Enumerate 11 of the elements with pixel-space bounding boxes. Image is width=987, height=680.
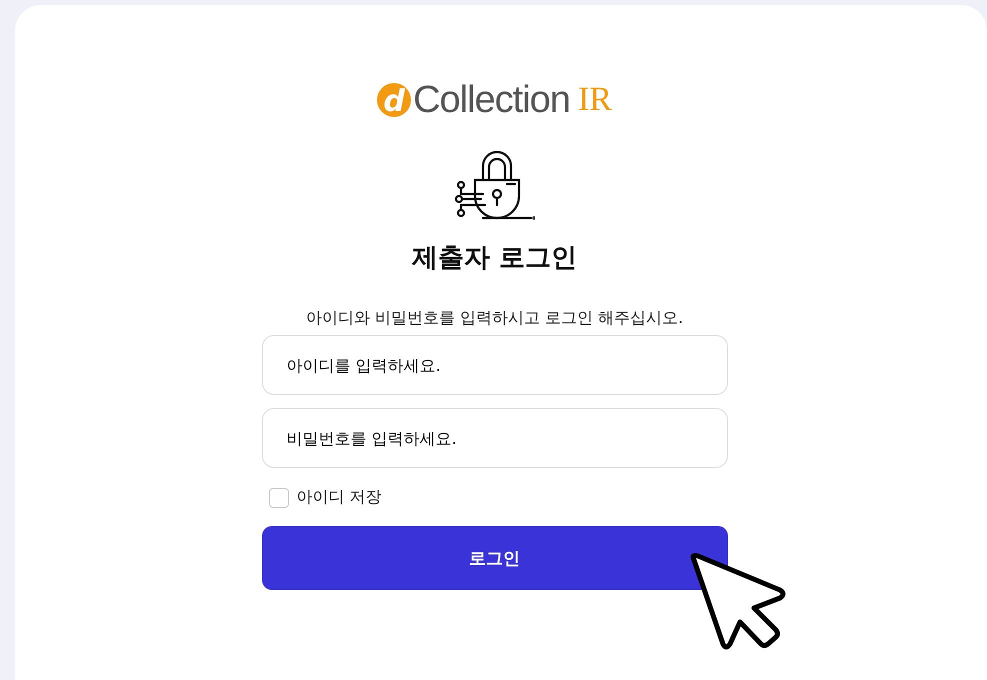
checkbox[interactable]: [268, 488, 288, 508]
logo-suffix: IR: [578, 81, 612, 119]
input-field[interactable]: 비밀번호를 입력하세요.: [262, 408, 728, 468]
login-button[interactable]: 로그인: [262, 526, 728, 590]
input-field[interactable]: 아이디를 입력하세요.: [262, 335, 728, 395]
cursor-icon: [688, 552, 788, 650]
page-title: 제출자 로그인: [412, 242, 578, 275]
instruction-text: 아이디와 비밀번호를 입력하시고 로그인 해주십시오.: [306, 308, 684, 329]
checkbox-label[interactable]: 아이디 저장: [296, 487, 382, 508]
logo-text: Collection: [413, 78, 570, 122]
logo-mark: d: [377, 83, 412, 117]
